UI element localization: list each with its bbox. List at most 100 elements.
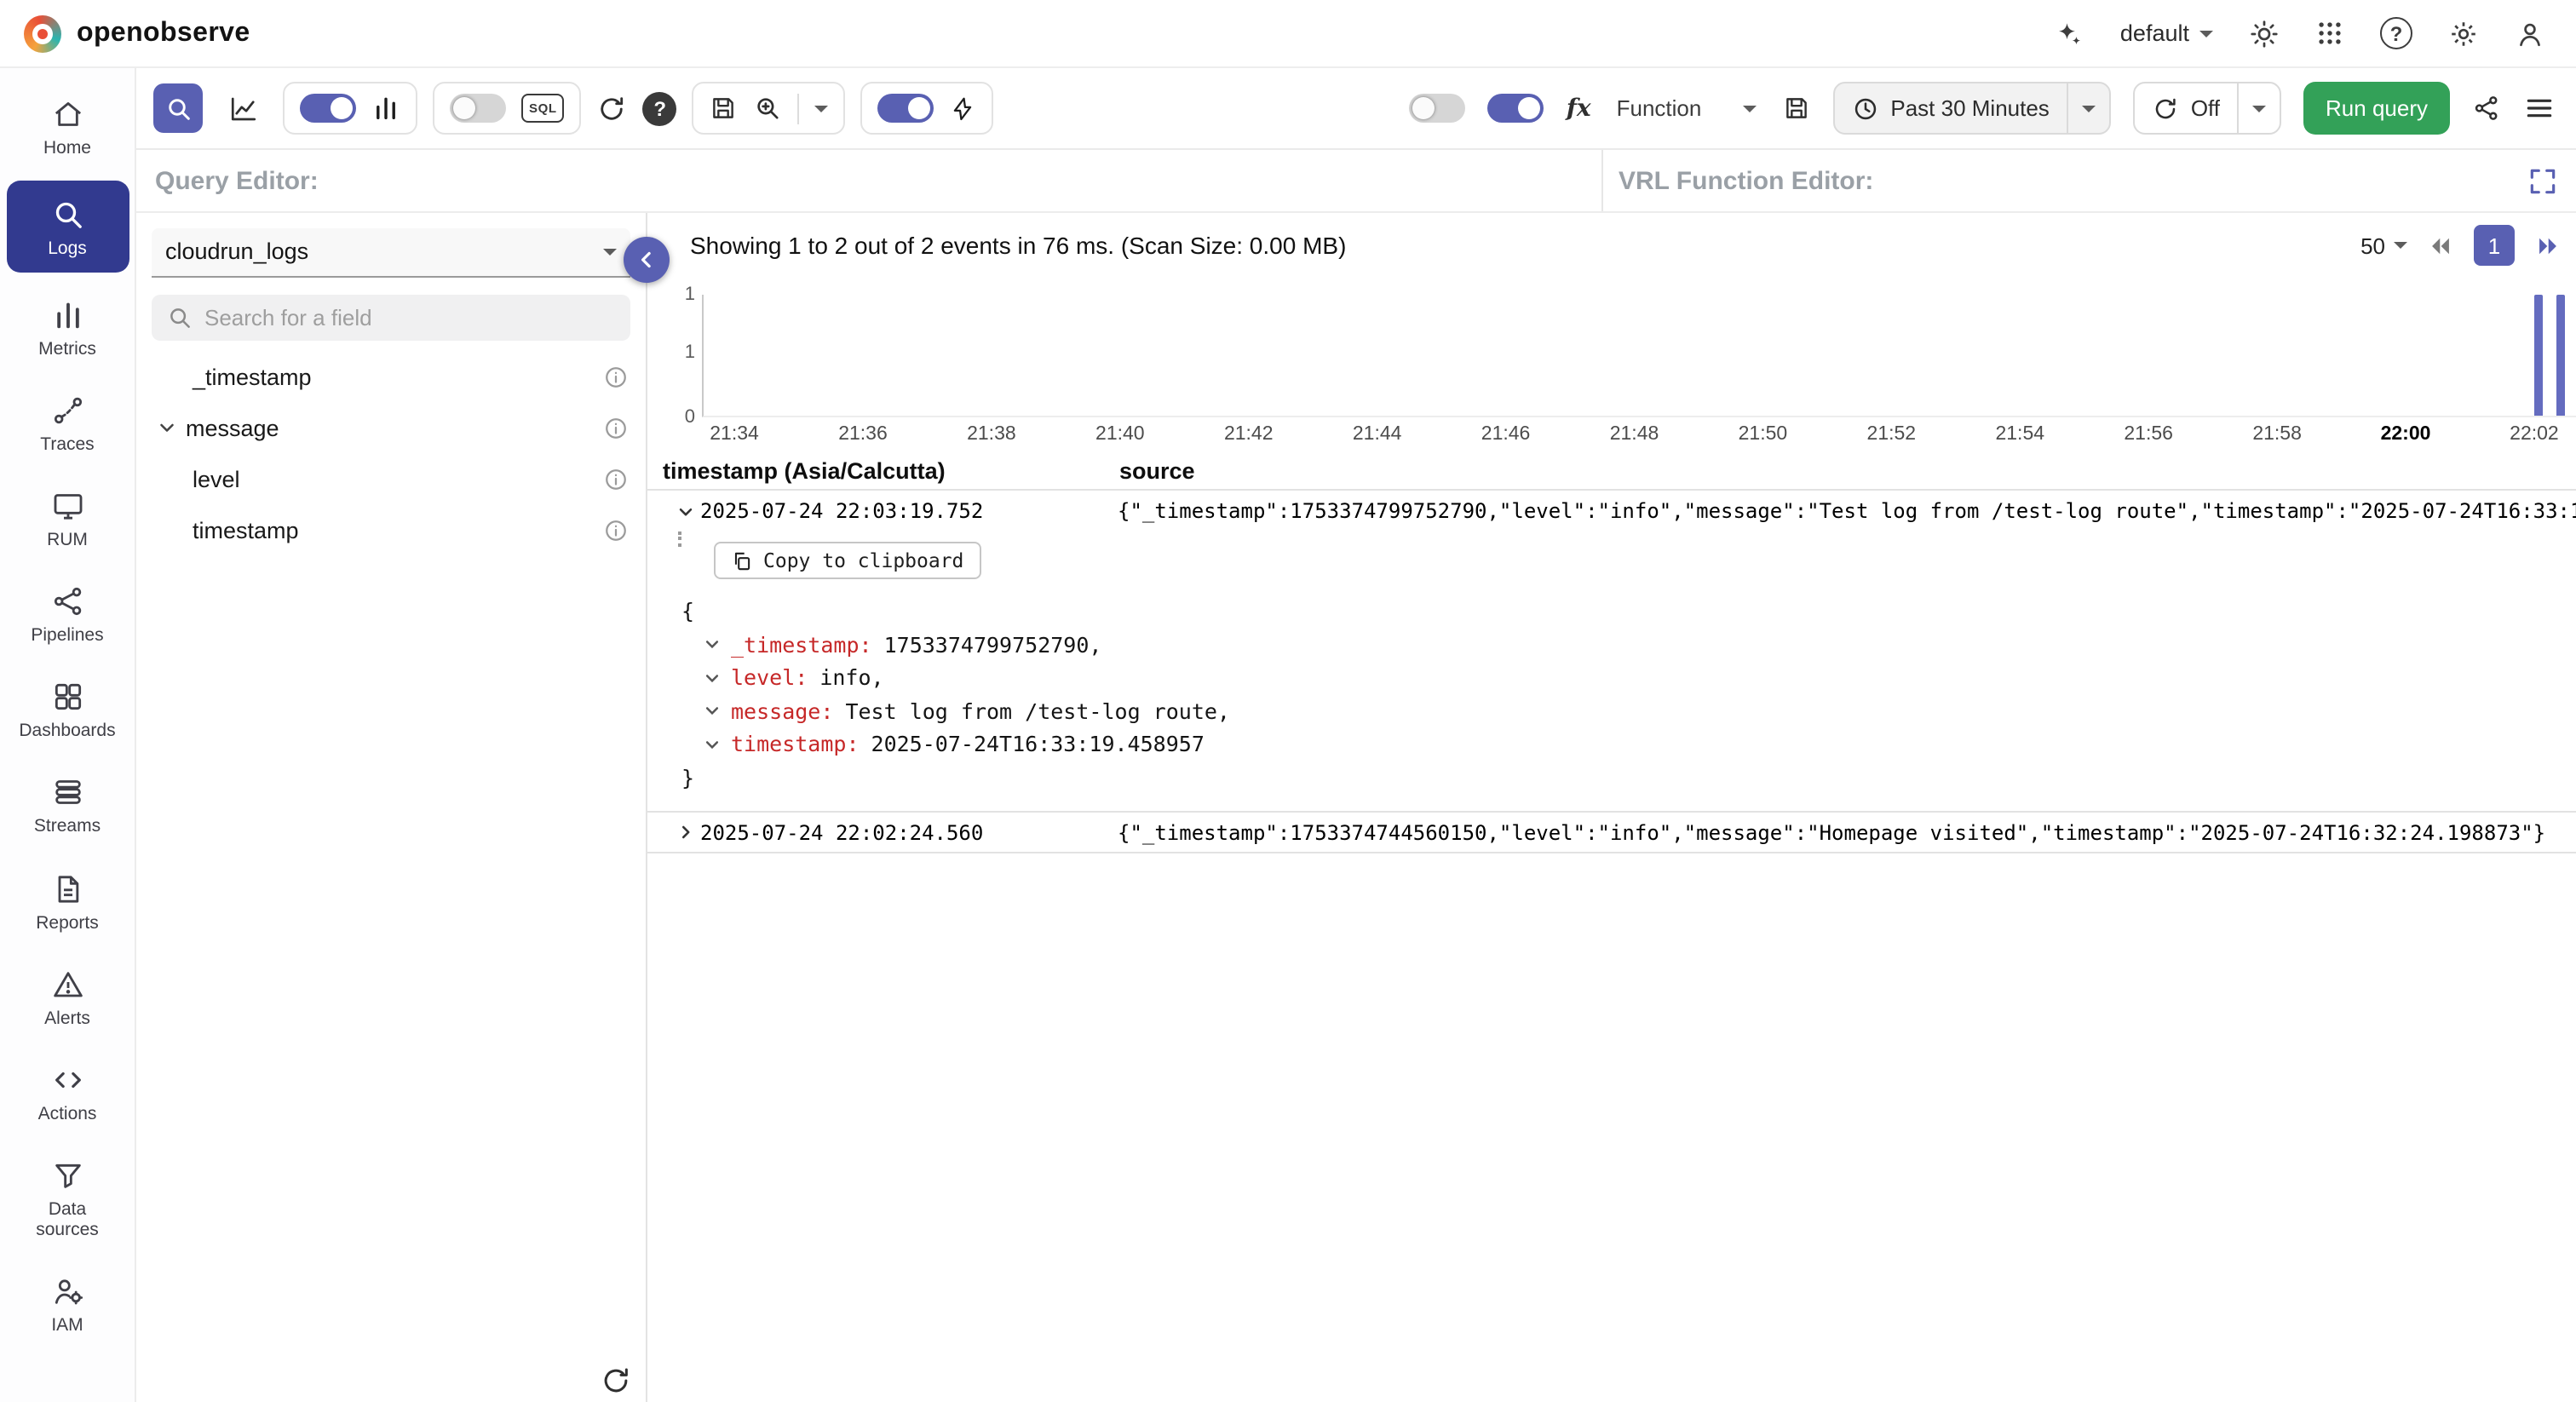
expand-indicator [678,531,681,547]
expand-row-icon[interactable] [670,823,700,842]
field-item-level[interactable]: level [136,453,646,504]
query-help-icon[interactable]: ? [643,91,677,125]
auto-refresh-value: Off [2191,95,2220,121]
field-item-timestamp[interactable]: timestamp [136,504,646,555]
nav-streams[interactable]: Streams [6,764,129,846]
clock-icon [1851,95,1878,122]
sql-mode-toggle[interactable] [450,94,506,123]
ai-sparkle-icon[interactable] [2054,18,2084,49]
pipelines-nodes-icon [50,585,84,619]
json-value: 1753374799752790, [884,628,1102,661]
nav-label: Alerts [44,1008,90,1028]
copy-to-clipboard-button[interactable]: Copy to clipboard [714,542,980,579]
visualize-tab-button[interactable] [218,83,267,133]
nav-traces[interactable]: Traces [6,382,129,463]
saved-views-caret-icon[interactable] [815,105,829,112]
chevron-down-icon[interactable] [704,703,721,720]
nav-reports[interactable]: Reports [6,859,129,941]
time-range-picker[interactable]: Past 30 Minutes [1832,82,2110,135]
bar-chart-icon [371,94,400,123]
y-tick-label: 1 [685,284,695,305]
profile-icon[interactable] [2515,18,2545,49]
lightning-icon [950,95,977,122]
search-tab-button[interactable] [153,83,203,133]
nav-rum[interactable]: RUM [6,478,129,560]
column-header-timestamp[interactable]: timestamp (Asia/Calcutta) [663,457,1119,483]
nav-label: Data sources [23,1198,112,1239]
help-icon[interactable]: ? [2380,17,2412,49]
info-icon[interactable] [603,364,629,389]
apps-grid-icon[interactable] [2315,19,2344,48]
chevron-down-icon[interactable] [704,669,721,687]
divider [798,93,800,124]
chevron-down-icon[interactable] [704,636,721,653]
field-item-message[interactable]: message [136,402,646,453]
editors-row: Query Editor: VRL Function Editor: [136,150,2576,213]
vrl-function-toggle[interactable] [1488,94,1544,123]
histogram-y-axis: 1 1 0 [658,295,702,417]
collapse-row-icon[interactable] [670,502,700,520]
theme-sun-icon[interactable] [2249,18,2280,49]
histogram-toggle[interactable] [300,94,356,123]
field-item-timestamp-internal[interactable]: _timestamp [136,351,646,402]
saved-searches-icon[interactable] [754,94,783,123]
share-icon[interactable] [2472,94,2501,123]
sql-mode-group: SQL [433,82,582,135]
auto-refresh-picker[interactable]: Off [2133,82,2281,135]
nav-alerts[interactable]: Alerts [6,955,129,1037]
org-selector-value: default [2120,20,2189,46]
info-icon[interactable] [603,415,629,440]
nav-label: Logs [48,238,87,259]
column-header-source[interactable]: source [1119,457,1195,483]
page-number-button[interactable]: 1 [2474,225,2515,266]
org-selector[interactable]: default [2120,20,2213,46]
openobserve-logo-icon[interactable] [24,14,61,52]
save-view-icon[interactable] [710,94,739,123]
quick-mode-toggle[interactable] [878,94,934,123]
nav-dashboards[interactable]: Dashboards [6,669,129,750]
field-name: message [186,415,279,440]
metrics-bars-icon [50,298,84,332]
home-icon [50,97,84,131]
log-row-2[interactable]: 2025-07-24 22:02:24.560 {"_timestamp":17… [647,813,2576,853]
field-name: _timestamp [193,364,312,389]
previous-page-icon[interactable] [2426,231,2455,260]
chevron-down-icon[interactable] [704,736,721,753]
log-row-1[interactable]: 2025-07-24 22:03:19.752 {"_timestamp":17… [647,491,2576,531]
next-page-icon[interactable] [2533,231,2562,260]
refresh-fields-icon[interactable] [600,1365,632,1397]
x-tick-label: 21:42 [1224,424,1274,445]
fullscreen-icon[interactable] [2527,164,2559,197]
stream-selector-value: cloudrun_logs [165,238,308,264]
json-value: info, [819,661,883,694]
nav-metrics[interactable]: Metrics [6,286,129,368]
collapse-fields-panel-button[interactable] [624,237,670,283]
streams-layers-icon [50,776,84,810]
field-search-input[interactable] [204,305,615,330]
nav-actions[interactable]: Actions [6,1050,129,1132]
info-icon[interactable] [603,466,629,491]
wrap-lines-toggle[interactable] [1410,94,1466,123]
save-function-icon[interactable] [1781,94,1810,123]
log-detail-panel: Copy to clipboard { _timestamp: 17533747… [647,531,2576,813]
vrl-function-editor[interactable]: VRL Function Editor: [1601,150,2576,211]
nav-home[interactable]: Home [6,85,129,167]
menu-icon[interactable] [2523,92,2556,124]
sql-icon: SQL [521,94,565,123]
reset-filters-icon[interactable] [597,93,628,124]
nav-pipelines[interactable]: Pipelines [6,573,129,655]
nav-iam[interactable]: IAM [6,1262,129,1344]
histogram-toggle-group [283,82,417,135]
nav-data-sources[interactable]: Data sources [6,1146,129,1248]
nav-logs[interactable]: Logs [6,181,129,273]
histogram-plot [702,295,2576,417]
settings-gear-icon[interactable] [2448,18,2479,49]
saved-views-group [693,82,846,135]
run-query-button[interactable]: Run query [2303,82,2450,135]
info-icon[interactable] [603,517,629,543]
query-editor[interactable]: Query Editor: [136,150,1601,211]
x-tick-label: 21:50 [1739,424,1788,445]
stream-selector[interactable]: cloudrun_logs [152,228,630,278]
function-select[interactable]: Function [1613,95,1760,121]
per-page-select[interactable]: 50 [2360,233,2407,258]
